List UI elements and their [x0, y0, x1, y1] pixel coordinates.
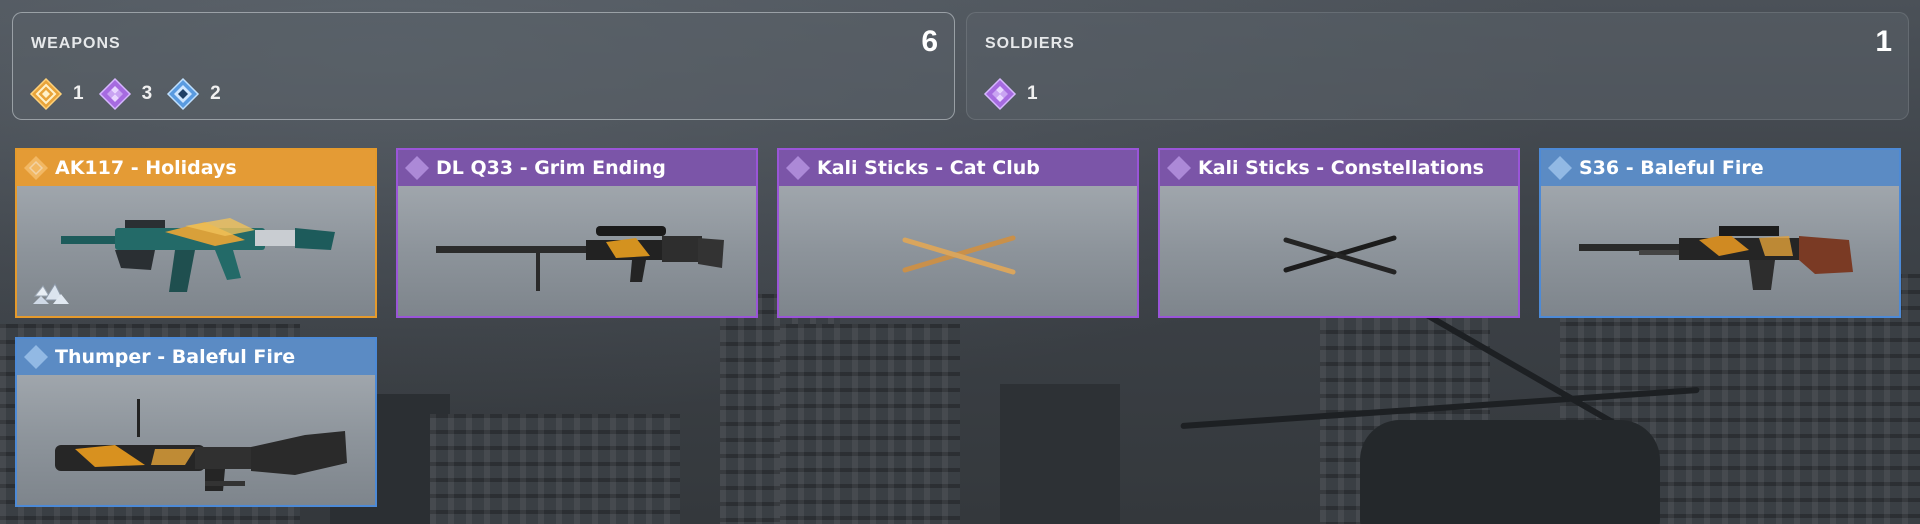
weapons-legendary-count: 1 — [29, 77, 84, 111]
item-name: DL Q33 - Grim Ending — [436, 157, 666, 179]
item-card-header: Kali Sticks - Cat Club — [779, 150, 1137, 186]
item-name: Kali Sticks - Constellations — [1198, 157, 1484, 179]
item-preview — [17, 186, 375, 316]
item-preview — [1160, 186, 1518, 316]
soldiers-epic-count-value: 1 — [1027, 83, 1038, 104]
weapons-rare-count: 2 — [166, 77, 221, 111]
legendary-count-value: 1 — [73, 83, 84, 104]
assault-rifle-image — [61, 218, 335, 292]
item-name: Kali Sticks - Cat Club — [817, 157, 1040, 179]
item-card-header: Thumper - Baleful Fire — [17, 339, 375, 375]
epic-count-value: 3 — [141, 83, 153, 104]
item-name: S36 - Baleful Fire — [1579, 157, 1764, 179]
epic-diamond-icon — [98, 77, 131, 111]
item-card-s36-baleful-fire[interactable]: S36 - Baleful Fire — [1539, 148, 1901, 318]
item-card-ak117-holidays[interactable]: AK117 - Holidays — [15, 148, 377, 318]
item-preview — [398, 186, 756, 316]
item-preview — [779, 186, 1137, 316]
kali-sticks-image — [902, 235, 1016, 275]
soldiers-summary-panel: SOLDIERS 1 1 — [966, 12, 1909, 120]
item-card-header: AK117 - Holidays — [17, 150, 375, 186]
light-machine-gun-image — [1579, 226, 1853, 290]
legendary-diamond-icon — [24, 156, 48, 180]
sniper-rifle-image — [436, 226, 724, 291]
weapons-count: 6 — [921, 25, 938, 58]
rare-count-value: 2 — [210, 83, 221, 104]
grenade-launcher-image — [55, 399, 347, 491]
item-card-kali-sticks-cat-club[interactable]: Kali Sticks - Cat Club — [777, 148, 1139, 318]
item-name: AK117 - Holidays — [55, 157, 237, 179]
epic-diamond-icon — [983, 77, 1017, 111]
item-card-header: S36 - Baleful Fire — [1541, 150, 1899, 186]
soldiers-rarity-breakdown: 1 — [983, 77, 1052, 111]
weapons-rarity-breakdown: 1 3 2 — [29, 77, 235, 111]
rare-diamond-icon — [167, 77, 200, 111]
weapons-epic-count: 3 — [98, 77, 153, 111]
soldiers-epic-count: 1 — [983, 77, 1038, 111]
item-card-header: Kali Sticks - Constellations — [1160, 150, 1518, 186]
kali-sticks-image — [1283, 235, 1397, 275]
item-name: Thumper - Baleful Fire — [55, 346, 296, 368]
epic-diamond-icon — [786, 156, 810, 180]
legendary-diamond-icon — [29, 77, 63, 111]
item-card-header: DL Q33 - Grim Ending — [398, 150, 756, 186]
soldiers-count: 1 — [1875, 25, 1892, 58]
epic-diamond-icon — [405, 156, 429, 180]
item-preview — [1541, 186, 1899, 316]
weapons-summary-panel: WEAPONS 6 1 3 2 — [12, 12, 955, 120]
soldiers-title: SOLDIERS — [985, 35, 1075, 52]
item-card-kali-sticks-constellations[interactable]: Kali Sticks - Constellations — [1158, 148, 1520, 318]
item-card-dl-q33-grim-ending[interactable]: DL Q33 - Grim Ending — [396, 148, 758, 318]
item-preview — [17, 375, 375, 505]
epic-diamond-icon — [1167, 156, 1191, 180]
rare-diamond-icon — [24, 345, 48, 369]
item-card-thumper-baleful-fire[interactable]: Thumper - Baleful Fire — [15, 337, 377, 507]
charm-icon — [33, 282, 69, 304]
weapons-title: WEAPONS — [31, 35, 121, 52]
rare-diamond-icon — [1548, 156, 1572, 180]
